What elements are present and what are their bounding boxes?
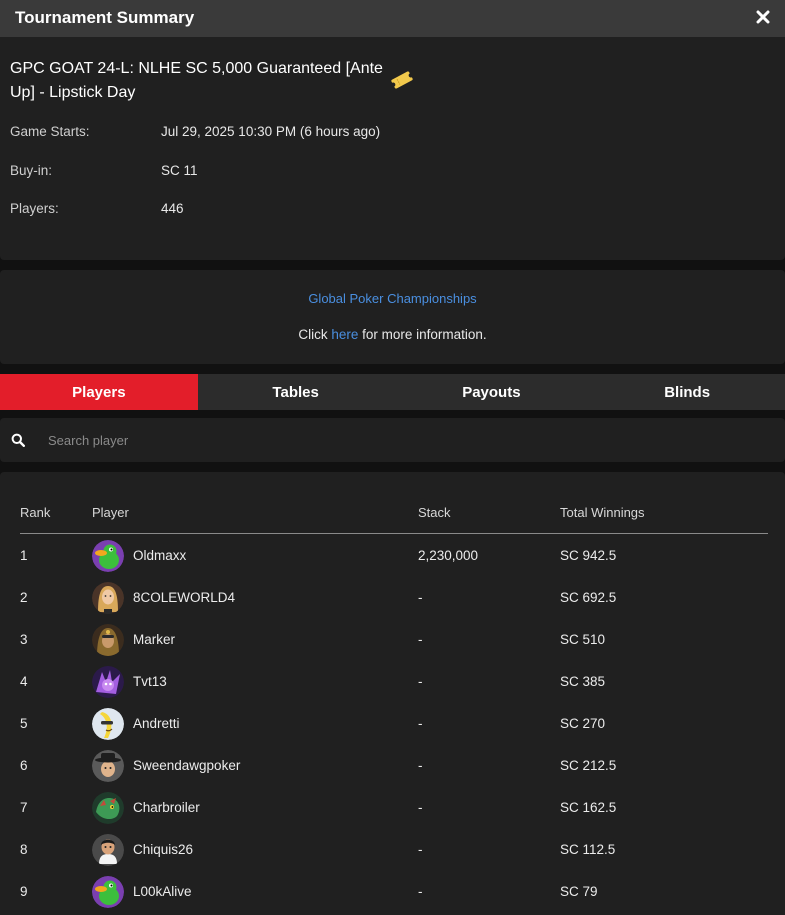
woman-avatar <box>92 582 124 614</box>
tab-payouts[interactable]: Payouts <box>394 374 590 410</box>
player-name[interactable]: Oldmaxx <box>133 548 186 563</box>
rank-cell: 6 <box>20 758 28 773</box>
winnings-cell: SC 385 <box>560 674 606 689</box>
more-info-text: Click here for more information. <box>0 327 785 342</box>
rank-cell: 2 <box>20 590 28 605</box>
tab-blinds[interactable]: Blinds <box>589 374 785 410</box>
stack-cell: - <box>418 632 423 647</box>
player-name[interactable]: Marker <box>133 632 175 647</box>
man-avatar <box>92 834 124 866</box>
winnings-cell: SC 942.5 <box>560 548 617 563</box>
winnings-cell: SC 162.5 <box>560 800 617 815</box>
stack-cell: - <box>418 842 423 857</box>
player-name[interactable]: Tvt13 <box>133 674 167 689</box>
table-row[interactable]: 3 Marker - SC 510 <box>20 619 768 661</box>
tab-players[interactable]: Players <box>0 374 198 410</box>
winnings-cell: SC 212.5 <box>560 758 617 773</box>
duck-avatar <box>92 876 124 908</box>
player-name[interactable]: 8COLEWORLD4 <box>133 590 235 605</box>
stack-cell: - <box>418 758 423 773</box>
stack-cell: - <box>418 716 423 731</box>
game-starts-value: Jul 29, 2025 10:30 PM (6 hours ago) <box>161 124 381 139</box>
players-table: Rank Player Stack Total Winnings 1 Oldma… <box>0 472 785 915</box>
series-link[interactable]: Global Poker Championships <box>0 291 785 306</box>
dragon-avatar <box>92 792 124 824</box>
players-label: Players: <box>10 201 59 216</box>
player-name[interactable]: L00kAlive <box>133 884 192 899</box>
table-row[interactable]: 8 Chiquis26 - SC 112.5 <box>20 829 768 871</box>
more-info-suffix: for more information. <box>358 327 487 342</box>
table-row[interactable]: 1 Oldmaxx 2,230,000 SC 942.5 <box>20 535 768 577</box>
game-starts-label: Game Starts: <box>10 124 90 139</box>
purple-creature-avatar <box>92 666 124 698</box>
winnings-cell: SC 510 <box>560 632 606 647</box>
stack-cell: - <box>418 674 423 689</box>
close-icon[interactable] <box>755 9 771 25</box>
hooded-avatar <box>92 624 124 656</box>
dialog-title: Tournament Summary <box>15 8 195 27</box>
title-bar: Tournament Summary <box>0 0 785 37</box>
rank-cell: 4 <box>20 674 28 689</box>
winnings-cell: SC 270 <box>560 716 606 731</box>
winnings-cell: SC 79 <box>560 884 598 899</box>
player-name[interactable]: Andretti <box>133 716 180 731</box>
search-icon <box>11 433 25 447</box>
buy-in-label: Buy-in: <box>10 163 53 178</box>
winnings-cell: SC 692.5 <box>560 590 617 605</box>
tournament-info-panel: GPC GOAT 24-L: NLHE SC 5,000 Guaranteed … <box>0 37 785 260</box>
fedora-man-avatar <box>92 750 124 782</box>
stack-cell: - <box>418 884 423 899</box>
search-input[interactable] <box>40 426 740 454</box>
ticket-icon <box>390 71 414 89</box>
player-name[interactable]: Sweendawgpoker <box>133 758 240 773</box>
banana-avatar <box>92 708 124 740</box>
rank-cell: 8 <box>20 842 28 857</box>
table-row[interactable]: 5 Andretti - SC 270 <box>20 703 768 745</box>
column-player: Player <box>92 505 129 520</box>
table-row[interactable]: 2 8COLEWORLD4 - SC 692.5 <box>20 577 768 619</box>
tab-bar: Players Tables Payouts Blinds <box>0 374 785 410</box>
table-row[interactable]: 7 Charbroiler - SC 162.5 <box>20 787 768 829</box>
rank-cell: 1 <box>20 548 28 563</box>
stack-cell: - <box>418 590 423 605</box>
more-info-link[interactable]: here <box>331 327 358 342</box>
player-name[interactable]: Chiquis26 <box>133 842 193 857</box>
table-header: Rank Player Stack Total Winnings <box>20 502 768 534</box>
stack-cell: - <box>418 800 423 815</box>
rank-cell: 5 <box>20 716 28 731</box>
series-panel: Global Poker Championships Click here fo… <box>0 270 785 364</box>
winnings-cell: SC 112.5 <box>560 842 616 857</box>
table-row[interactable]: 6 Sweendawgpoker - SC 212.5 <box>20 745 768 787</box>
table-row[interactable]: 4 Tvt13 - SC 385 <box>20 661 768 703</box>
tournament-name: GPC GOAT 24-L: NLHE SC 5,000 Guaranteed … <box>10 60 383 101</box>
rank-cell: 7 <box>20 800 28 815</box>
search-bar <box>0 418 785 462</box>
players-count: 446 <box>161 201 184 216</box>
player-name[interactable]: Charbroiler <box>133 800 200 815</box>
buy-in-value: SC 11 <box>161 163 198 178</box>
rank-cell: 3 <box>20 632 28 647</box>
more-info-prefix: Click <box>298 327 332 342</box>
duck-avatar <box>92 540 124 572</box>
stack-cell: 2,230,000 <box>418 548 479 563</box>
column-total-winnings: Total Winnings <box>560 505 645 520</box>
rank-cell: 9 <box>20 884 28 899</box>
column-stack: Stack <box>418 505 451 520</box>
table-row[interactable]: 9 L00kAlive - SC 79 <box>20 871 768 913</box>
tab-tables[interactable]: Tables <box>198 374 394 410</box>
column-rank: Rank <box>20 505 51 520</box>
